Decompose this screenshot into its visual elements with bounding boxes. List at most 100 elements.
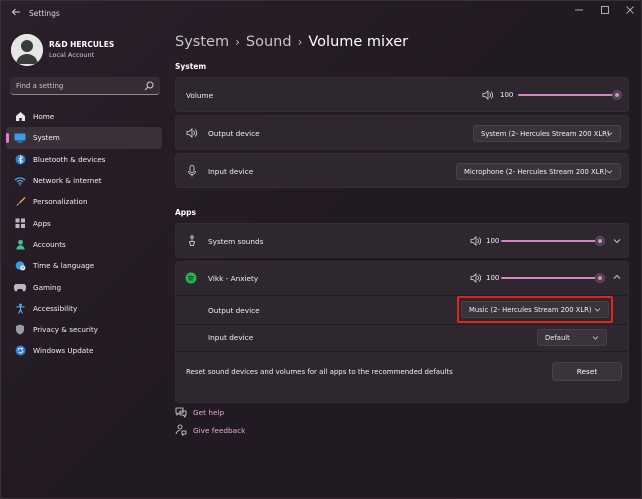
sidebar-item-label: Network & internet: [33, 176, 102, 186]
chevron-down-icon: [592, 336, 599, 340]
sidebar-item-accounts[interactable]: Accounts: [6, 234, 162, 255]
slider-thumb[interactable]: [595, 236, 605, 246]
chevron-up-icon[interactable]: [613, 273, 621, 281]
system-volume-slider[interactable]: [518, 90, 622, 100]
slider-thumb[interactable]: [612, 90, 622, 100]
vikk-app-card: Vikk - Anxiety 100 Output device Music (…: [175, 261, 629, 403]
sidebar-item-label: Accessibility: [33, 303, 78, 313]
slider-thumb[interactable]: [595, 273, 605, 283]
system-input-dropdown[interactable]: Microphone (2- Hercules Stream 200 XLR): [456, 163, 621, 180]
breadcrumb: System › Sound › Volume mixer: [175, 34, 408, 50]
speaker-icon[interactable]: [470, 273, 482, 283]
system-sounds-slider[interactable]: [501, 236, 605, 246]
sidebar-item-apps[interactable]: Apps: [6, 212, 162, 233]
chevron-down-icon: [606, 170, 613, 174]
sidebar-item-label: Time & language: [33, 261, 95, 271]
sidebar-item-label: Home: [33, 112, 55, 122]
divider: [176, 324, 628, 325]
chevron-right-icon: ›: [235, 35, 240, 49]
reset-description: Reset sound devices and volumes for all …: [186, 368, 453, 376]
close-icon[interactable]: [621, 5, 639, 19]
system-sounds-card: System sounds 100: [175, 223, 629, 258]
give-feedback-link[interactable]: Give feedback: [193, 426, 245, 435]
app-input-dropdown[interactable]: Default: [537, 329, 607, 346]
avatar[interactable]: [11, 34, 43, 66]
chevron-down-icon[interactable]: [613, 237, 621, 245]
output-device-label: Output device: [208, 129, 260, 138]
vikk-volume-slider[interactable]: [501, 273, 605, 283]
globe-clock-icon: [14, 260, 26, 272]
app-name-label: Vikk - Anxiety: [208, 274, 259, 283]
microphone-icon: [188, 165, 196, 177]
help-icon: [175, 407, 187, 418]
input-device-label: Input device: [208, 167, 254, 176]
slider-track: [518, 94, 617, 96]
sidebar-item-label: Apps: [33, 218, 51, 228]
home-icon: [14, 111, 26, 123]
minimize-icon[interactable]: [570, 5, 588, 19]
sidebar: R&D HERCULES Local Account Home System: [1, 29, 167, 499]
sidebar-item-label: Personalization: [33, 197, 88, 207]
chevron-right-icon: ›: [297, 35, 303, 49]
sidebar-item-personalization[interactable]: Personalization: [6, 191, 162, 212]
section-heading-system: System: [175, 62, 207, 71]
system-output-card: Output device System (2- Hercules Stream…: [175, 115, 629, 150]
volume-value: 100: [500, 91, 514, 99]
maximize-icon[interactable]: [596, 5, 614, 19]
brush-icon: [14, 196, 26, 208]
slider-track: [501, 240, 600, 242]
system-icon: [14, 132, 26, 144]
breadcrumb-system[interactable]: System: [175, 34, 229, 50]
system-volume-card: Volume 100: [175, 77, 629, 112]
main-content: System › Sound › Volume mixer System Volume …: [175, 29, 631, 499]
highlight-box: [457, 296, 613, 323]
sidebar-item-label: System: [33, 133, 60, 143]
person-icon: [14, 238, 26, 250]
dropdown-value: Default: [545, 333, 570, 342]
sidebar-item-privacy[interactable]: Privacy & security: [6, 319, 162, 340]
volume-value: 100: [486, 237, 500, 245]
sidebar-item-gaming[interactable]: Gaming: [6, 276, 162, 297]
sidebar-item-label: Accounts: [33, 239, 66, 249]
wifi-icon: [14, 175, 26, 187]
sidebar-item-home[interactable]: Home: [6, 106, 162, 127]
app-input-device-label: Input device: [208, 333, 254, 342]
sidebar-item-accessibility[interactable]: Accessibility: [6, 298, 162, 319]
sidebar-item-label: Gaming: [33, 282, 62, 292]
speaker-icon[interactable]: [482, 90, 494, 100]
volume-label: Volume: [186, 91, 214, 100]
system-sounds-label: System sounds: [208, 237, 264, 246]
back-arrow-icon[interactable]: [9, 7, 23, 21]
sidebar-nav: Home System Bluetooth & devices Network …: [6, 106, 162, 362]
sidebar-item-system[interactable]: System: [6, 127, 162, 149]
chevron-down-icon: [606, 132, 613, 136]
reset-button[interactable]: Reset: [552, 362, 622, 381]
shield-icon: [14, 324, 26, 336]
breadcrumb-sound[interactable]: Sound: [246, 34, 292, 50]
app-output-device-label: Output device: [208, 306, 260, 315]
get-help-link[interactable]: Get help: [193, 408, 224, 417]
update-icon: [14, 345, 26, 357]
sidebar-item-windows-update[interactable]: Windows Update: [6, 340, 162, 361]
search-input[interactable]: [16, 79, 141, 93]
search-box: [10, 77, 160, 95]
sidebar-item-network[interactable]: Network & internet: [6, 170, 162, 191]
search-icon[interactable]: [144, 81, 154, 91]
system-input-card: Input device Microphone (2- Hercules Str…: [175, 153, 629, 188]
system-output-dropdown[interactable]: System (2- Hercules Stream 200 XLR): [473, 125, 621, 142]
volume-value: 100: [486, 274, 500, 282]
sidebar-item-bluetooth[interactable]: Bluetooth & devices: [6, 149, 162, 170]
app-title: Settings: [29, 9, 60, 18]
sidebar-item-label: Bluetooth & devices: [33, 154, 106, 164]
sidebar-item-label: Windows Update: [33, 346, 94, 356]
user-name: R&D HERCULES: [49, 40, 115, 49]
slider-track: [501, 277, 600, 279]
sidebar-item-time-language[interactable]: Time & language: [6, 255, 162, 276]
accessibility-icon: [14, 302, 26, 314]
spotify-icon: [185, 272, 197, 284]
bell-icon: [188, 235, 196, 246]
speaker-icon[interactable]: [470, 236, 482, 246]
page-title: Volume mixer: [308, 34, 409, 50]
feedback-icon: [175, 424, 187, 436]
settings-window: Settings R&D HERCULES Local Account Find…: [0, 0, 642, 499]
